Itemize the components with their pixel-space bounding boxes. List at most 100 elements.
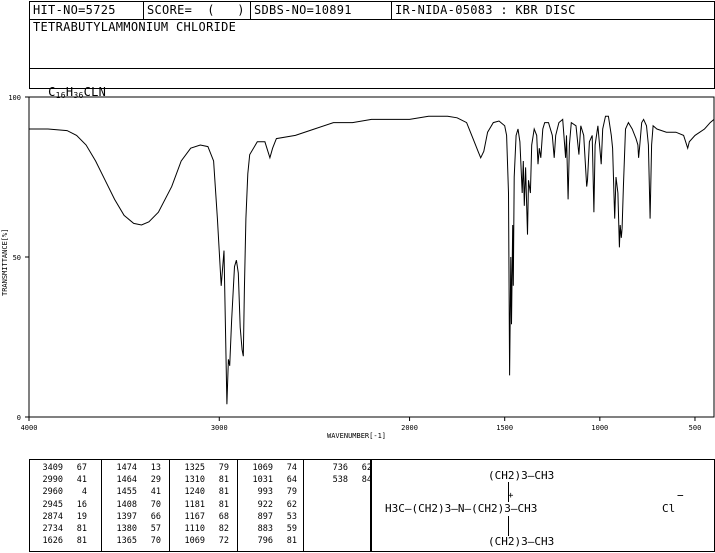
- peak-wavenumber: 1365: [116, 536, 137, 547]
- peak-transmittance: 70: [150, 499, 161, 510]
- spectrum-line: [29, 115, 715, 405]
- peak-row: 1181 81: [175, 500, 229, 511]
- peak-transmittance: 41: [76, 475, 87, 486]
- peak-transmittance: 82: [218, 524, 229, 534]
- peak-wavenumber: 2960: [42, 487, 63, 498]
- peak-transmittance: 57: [150, 524, 161, 534]
- x-tick-label: 3000: [211, 424, 228, 432]
- peak-column-divider: [237, 459, 238, 552]
- peak-row: 2945 16: [33, 500, 87, 511]
- peak-transmittance: 66: [150, 511, 161, 522]
- peak-wavenumber: 1325: [184, 463, 205, 473]
- peak-row: 1397 66: [107, 512, 161, 523]
- peak-wavenumber: 1455: [116, 487, 137, 498]
- x-axis-label: WAVENUMBER[-1]: [327, 432, 387, 440]
- structure-main-chain: H3C—(CH2)3—N—(CH2)3—CH3: [385, 502, 538, 515]
- peak-wavenumber: 1181: [184, 499, 205, 510]
- peak-wavenumber: 1240: [184, 487, 205, 498]
- structure-bottom-chain: (CH2)3—CH3: [488, 535, 555, 548]
- y-axis-label: TRANSMITTANCE[%]: [1, 228, 9, 296]
- peak-row: 2990 41: [33, 475, 87, 486]
- peak-row: 2874 19: [33, 512, 87, 523]
- peak-row: 1455 41: [107, 487, 161, 498]
- peak-wavenumber: 538: [332, 475, 348, 486]
- peak-row: 1325 79: [175, 463, 229, 474]
- peak-row: 993 79: [243, 487, 297, 498]
- peak-wavenumber: 993: [257, 487, 273, 498]
- peak-row: 922 62: [243, 500, 297, 511]
- chloride-charge: −: [677, 489, 684, 502]
- peak-wavenumber: 2874: [42, 511, 63, 522]
- peak-wavenumber: 1069: [184, 536, 205, 547]
- x-tick-label: 1500: [496, 424, 513, 432]
- ir-spectrum-chart: 0 50 100 4000 3000 2000 1500 1000 500: [8, 94, 715, 432]
- peak-transmittance: 72: [218, 536, 229, 547]
- peak-transmittance: 79: [286, 487, 297, 498]
- peak-transmittance: 70: [150, 536, 161, 547]
- peak-wavenumber: 796: [257, 536, 273, 547]
- y-tick-label: 100: [8, 94, 21, 102]
- y-tick-label: 0: [17, 414, 21, 422]
- peak-wavenumber: 1626: [42, 536, 63, 547]
- bond-n-down: [508, 516, 509, 536]
- peak-row: 2960 4: [33, 487, 87, 498]
- peak-transmittance: 19: [76, 511, 87, 522]
- peak-wavenumber: 1474: [116, 463, 137, 473]
- peak-transmittance: 81: [218, 475, 229, 486]
- peak-row: 1408 70: [107, 500, 161, 511]
- peak-transmittance: 81: [218, 487, 229, 498]
- peak-wavenumber: 1110: [184, 524, 205, 534]
- peak-transmittance: 29: [150, 475, 161, 486]
- peak-transmittance: 81: [76, 524, 87, 534]
- peak-transmittance: 62: [361, 463, 372, 473]
- peak-row: 897 53: [243, 512, 297, 523]
- peak-wavenumber: 922: [257, 499, 273, 510]
- peak-transmittance: 16: [76, 499, 87, 510]
- peak-wavenumber: 1464: [116, 475, 137, 486]
- peak-transmittance: 74: [286, 463, 297, 473]
- peak-column-divider: [303, 459, 304, 552]
- peak-row: 1110 82: [175, 524, 229, 535]
- peak-transmittance: 67: [76, 463, 87, 473]
- peak-transmittance: 4: [81, 487, 87, 498]
- peak-row: 1474 13: [107, 463, 161, 474]
- peak-row: 1310 81: [175, 475, 229, 486]
- peak-row: 1464 29: [107, 475, 161, 486]
- peak-row: 883 59: [243, 524, 297, 535]
- peak-transmittance: 62: [286, 499, 297, 510]
- peak-wavenumber: 1069: [252, 463, 273, 473]
- peak-transmittance: 53: [286, 511, 297, 522]
- x-tick-label: 2000: [401, 424, 418, 432]
- peak-wavenumber: 1380: [116, 524, 137, 534]
- chloride-ion: Cl: [662, 502, 676, 515]
- peak-row: 796 81: [243, 536, 297, 547]
- x-tick-label: 1000: [591, 424, 608, 432]
- peak-wavenumber: 2990: [42, 475, 63, 486]
- peak-row: 538 84: [318, 475, 372, 486]
- peak-row: 1167 68: [175, 512, 229, 523]
- x-tick-label: 4000: [21, 424, 38, 432]
- peak-wavenumber: 736: [332, 463, 348, 473]
- peak-wavenumber: 1031: [252, 475, 273, 486]
- peak-transmittance: 81: [218, 499, 229, 510]
- y-tick-label: 50: [13, 254, 21, 262]
- peak-row: 1069 74: [243, 463, 297, 474]
- x-tick-label: 500: [689, 424, 702, 432]
- peak-row: 1240 81: [175, 487, 229, 498]
- peak-transmittance: 81: [286, 536, 297, 547]
- peak-wavenumber: 897: [257, 511, 273, 522]
- peak-wavenumber: 1167: [184, 511, 205, 522]
- peak-transmittance: 64: [286, 475, 297, 486]
- peak-row: 3409 67: [33, 463, 87, 474]
- peak-row: 1069 72: [175, 536, 229, 547]
- peak-row: 736 62: [318, 463, 372, 474]
- peak-transmittance: 79: [218, 463, 229, 473]
- structure-top-chain: (CH2)3—CH3: [488, 469, 555, 482]
- peak-transmittance: 41: [150, 487, 161, 498]
- peak-wavenumber: 1397: [116, 511, 137, 522]
- peak-column-divider: [101, 459, 102, 552]
- bond-n-up: [508, 482, 509, 502]
- peak-row: 1626 81: [33, 536, 87, 547]
- peak-row: 2734 81: [33, 524, 87, 535]
- peak-wavenumber: 1408: [116, 499, 137, 510]
